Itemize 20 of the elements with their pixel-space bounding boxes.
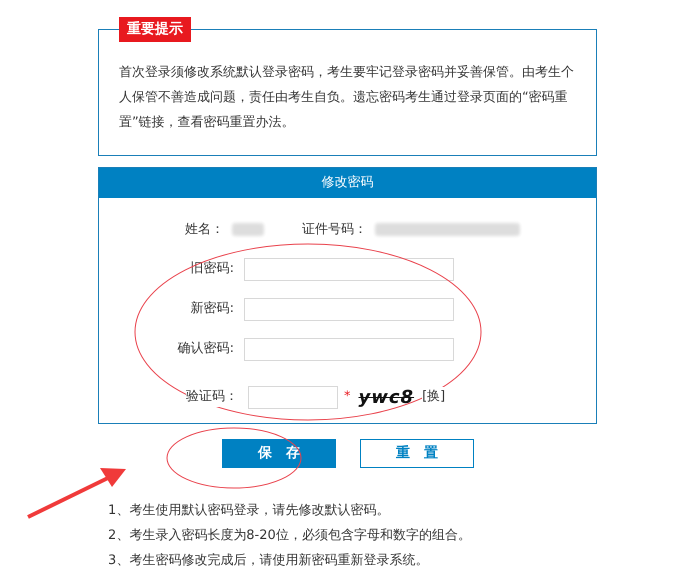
save-button[interactable]: 保 存 bbox=[222, 439, 336, 468]
note-text: 3、考生密码修改完成后，请使用新密码重新登录系统。 bbox=[108, 552, 430, 570]
input-field[interactable] bbox=[244, 338, 454, 360]
field-label: 新密码: bbox=[190, 300, 235, 318]
notice-badge: 重要提示 bbox=[119, 17, 191, 42]
captcha-field[interactable] bbox=[248, 386, 338, 408]
field-label: 确认密码: bbox=[176, 340, 235, 358]
note-text: 1、考生使用默认密码登录，请先修改默认密码。 bbox=[108, 502, 390, 520]
input-field[interactable] bbox=[244, 258, 454, 280]
note-text: 2、考生录入密码长度为8-20位，必须包含字母和数字的组合。 bbox=[108, 527, 472, 545]
notice-text: 首次登录须修改系统默认登录密码，考生要牢记登录密码并妥善保管。由考生个人保管不善造成问题，责任由考生自负。遗忘密码考生通过登录页面的“密码重置”链接，查看密码重置办法。 bbox=[119, 64, 575, 132]
required-mark: * bbox=[344, 388, 350, 406]
name-label: 姓名： bbox=[185, 221, 224, 239]
input-field[interactable] bbox=[244, 298, 454, 320]
reset-button[interactable]: 重 置 bbox=[360, 439, 474, 468]
captcha-image: ywc8 bbox=[358, 386, 414, 410]
redacted-name bbox=[232, 223, 264, 236]
field-label: 旧密码: bbox=[190, 260, 235, 278]
id-label: 证件号码： bbox=[302, 221, 367, 239]
form-title: 修改密码 bbox=[99, 168, 596, 198]
